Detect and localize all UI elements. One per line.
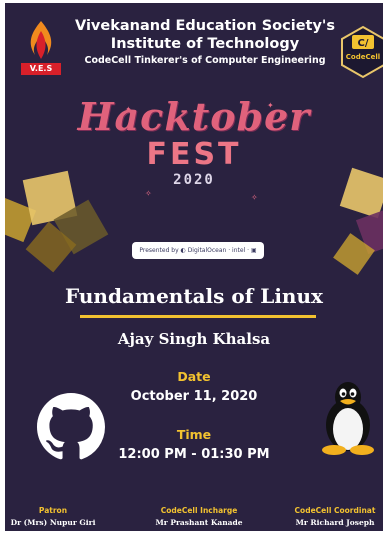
event-year: 2020: [173, 172, 215, 188]
sparkle-icon: ✧: [145, 189, 152, 198]
footer-role-name: Dr (Mrs) Nupur Giri: [10, 518, 96, 527]
event-poster: V.E.S Vivekanand Education Society's Ins…: [5, 3, 383, 531]
title-underline: [80, 315, 316, 318]
codecell-logo: C/ CodeCell: [340, 25, 383, 79]
codecell-badge-icon: C/: [341, 25, 383, 79]
ves-logo-text: V.E.S: [21, 63, 61, 75]
session-title: Fundamentals of Linux: [65, 284, 323, 308]
footer-role-name: Mr Prashant Kanade: [155, 518, 243, 527]
codecell-logo-text: CodeCell: [345, 53, 381, 61]
sparkle-icon: ✧: [251, 193, 258, 202]
hacktoberfest-lockup: Hacktober FEST 2020: [5, 95, 383, 189]
footer-role-name: Mr Richard Joseph: [295, 518, 375, 527]
fest-word: FEST: [146, 137, 242, 172]
org-subtitle: CodeCell Tinkerer's of Computer Engineer…: [84, 55, 326, 66]
org-name-line2: Institute of Technology: [110, 36, 300, 52]
ves-flame-icon: [30, 21, 52, 59]
hacktober-word: Hacktober: [77, 94, 311, 139]
github-logo-icon: [37, 393, 105, 461]
sponsor-strip: Presented by ◐ DigitalOcean · intel · ▣: [132, 242, 264, 259]
linux-tux-icon: [318, 379, 378, 455]
speaker-name: Ajay Singh Khalsa: [117, 330, 271, 348]
svg-text:C/: C/: [358, 38, 369, 49]
footer-role-title: CodeCell Incharge: [160, 506, 238, 515]
footer-role-title: CodeCell Coordinat: [294, 506, 376, 515]
org-name-line1: Vivekanand Education Society's: [75, 18, 335, 34]
footer-role-title: Patron: [38, 506, 68, 515]
ves-logo: V.E.S: [21, 19, 61, 75]
